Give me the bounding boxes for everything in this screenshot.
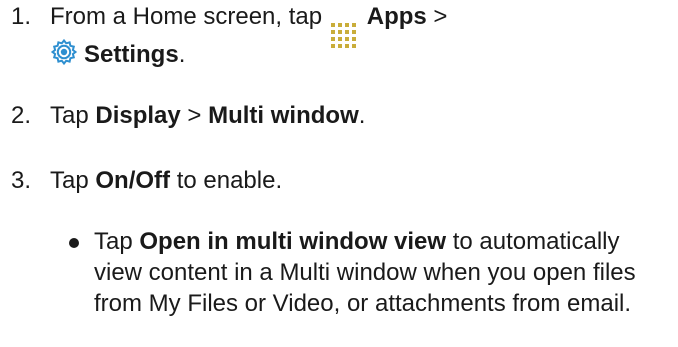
apps-grid-icon — [330, 23, 359, 51]
gear-icon — [50, 38, 78, 76]
step-1-line-2: Settings. — [50, 38, 185, 76]
instruction-document: 1. From a Home screen, tap Apps > Settin — [0, 0, 678, 347]
step-text: > — [180, 102, 209, 129]
on-off-label: On/Off — [95, 167, 171, 194]
step-text: > — [426, 3, 448, 30]
step-text: . — [358, 102, 366, 129]
multi-window-label: Multi window — [208, 102, 359, 129]
bullet-icon — [69, 238, 79, 248]
bullet-text: Tap Open in multi window view to automat… — [94, 226, 664, 319]
open-in-multi-window-label: Open in multi window view — [139, 228, 447, 255]
display-label: Display — [95, 102, 181, 129]
step-text: Tap — [50, 102, 96, 129]
step-number: 3. — [11, 167, 32, 194]
step-number: 2. — [11, 102, 32, 129]
bullet-text-part: Tap — [94, 228, 140, 255]
step-number: 1. — [11, 3, 32, 30]
step-text: Tap — [50, 167, 96, 194]
bullet-item: Tap Open in multi window view to automat… — [0, 226, 678, 347]
apps-label: Apps — [366, 3, 427, 30]
step-2-text: Tap Display > Multi window. — [50, 99, 365, 133]
step-text: From a Home screen, tap — [50, 3, 329, 30]
settings-label: Settings — [84, 41, 179, 68]
step-3-text: Tap On/Off to enable. — [50, 164, 282, 198]
step-text: . — [178, 41, 186, 68]
step-text: to enable. — [170, 167, 283, 194]
